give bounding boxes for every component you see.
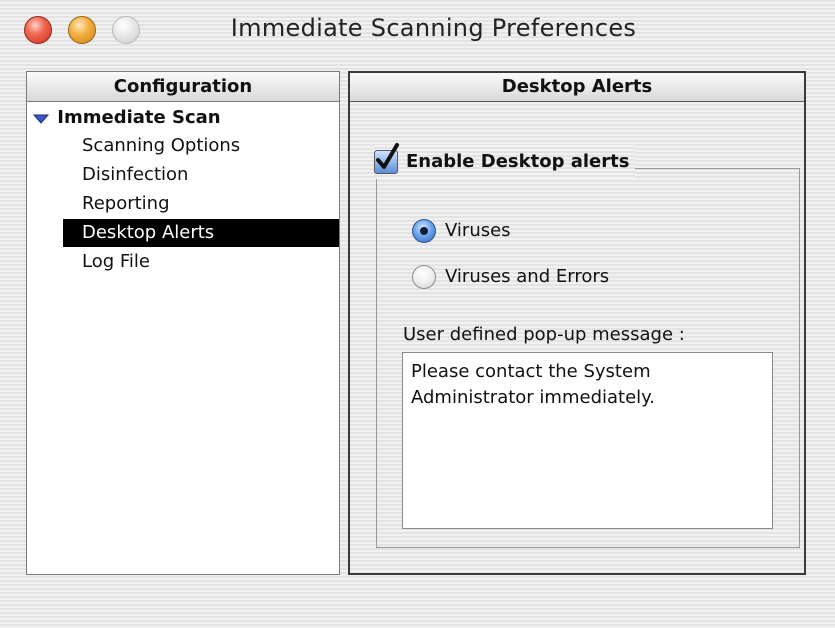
- configuration-panel: Configuration Immediate Scan Scanning Op…: [26, 71, 340, 575]
- tree-item-reporting[interactable]: Reporting: [63, 190, 339, 218]
- radio-viruses-and-errors-label: Viruses and Errors: [445, 266, 610, 287]
- checkmark-icon[interactable]: [374, 143, 399, 174]
- tree-item-disinfection[interactable]: Disinfection: [63, 161, 339, 189]
- desktop-alerts-header: Desktop Alerts: [350, 73, 804, 102]
- radio-viruses-and-errors[interactable]: Viruses and Errors: [412, 261, 609, 293]
- tree-item-desktop-alerts[interactable]: Desktop Alerts: [63, 219, 339, 247]
- tree-item-scanning-options[interactable]: Scanning Options: [63, 132, 339, 160]
- radio-selected-icon[interactable]: [412, 219, 436, 243]
- enable-desktop-alerts-label: Enable Desktop alerts: [406, 151, 630, 172]
- tree-root-immediate-scan[interactable]: Immediate Scan: [31, 106, 221, 130]
- window-title: Immediate Scanning Preferences: [230, 14, 637, 42]
- radio-viruses-label: Viruses: [445, 220, 511, 241]
- popup-message-label: User defined pop-up message :: [403, 324, 685, 345]
- popup-message-textarea[interactable]: Please contact the System Administrator …: [402, 352, 773, 529]
- tree-root-label: Immediate Scan: [57, 107, 221, 128]
- radio-viruses[interactable]: Viruses: [412, 215, 511, 247]
- tree-item-log-file[interactable]: Log File: [63, 248, 339, 276]
- enable-desktop-alerts-checkbox[interactable]: Enable Desktop alerts: [374, 143, 636, 179]
- disclosure-triangle-down-icon[interactable]: [31, 106, 51, 130]
- configuration-header: Configuration: [27, 72, 339, 102]
- title-bar: Immediate Scanning Preferences: [0, 0, 835, 60]
- radio-unselected-icon[interactable]: [412, 265, 436, 289]
